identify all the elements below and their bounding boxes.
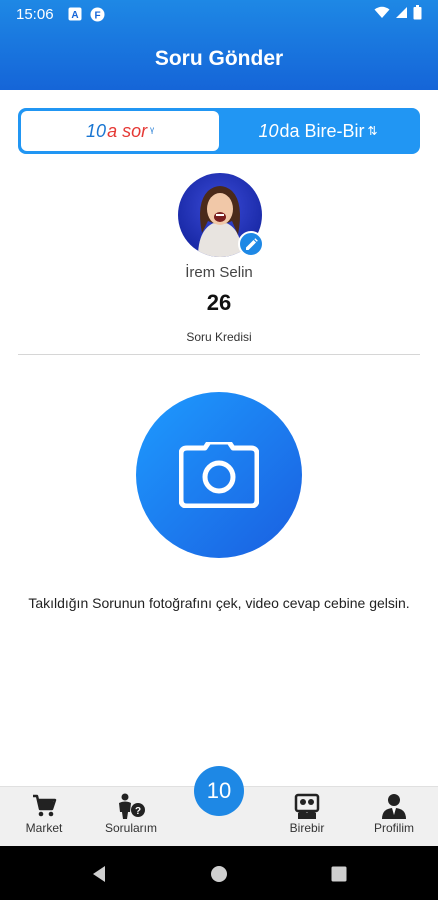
pencil-icon [245,237,258,250]
nav-profilim[interactable]: Profilim [354,793,434,835]
avatar-container [178,173,264,257]
svg-text:A: A [71,10,78,21]
mode-tabs: 10 a sor ᵞ 10 da Bire-Bir ⇅ [18,108,420,154]
tab-10da-bire-bir[interactable]: 10 da Bire-Bir ⇅ [219,111,417,151]
birebir-icon [294,793,320,819]
wifi-icon [374,6,390,23]
status-time: 15:06 [16,5,54,23]
tab-brand-text: da Bire-Bir [279,120,365,141]
camera-icon [179,442,259,508]
svg-text:F: F [94,10,100,21]
f-app-icon: F [90,7,105,22]
center-home-button[interactable]: 10 [194,766,244,816]
center-home-label: 10 [206,778,232,803]
nav-label: Birebir [289,821,325,835]
signal-icon [395,6,408,23]
take-photo-button[interactable] [136,392,302,558]
back-icon[interactable] [88,863,110,885]
recents-icon[interactable] [328,863,350,885]
nav-label: Profilim [373,821,414,835]
nav-label: Sorularım [104,821,157,835]
status-right-icons [374,4,422,24]
tab-brand-glyph: ⇅ [367,124,378,138]
question-credit-value: 26 [206,290,232,315]
a-letter-icon: A [68,7,82,21]
cart-icon [33,794,57,817]
system-navigation-bar [0,846,438,900]
profile-icon [382,794,406,819]
nav-sorularim[interactable]: ? Sorularım [91,793,171,835]
nav-birebir[interactable]: Birebir [267,793,347,835]
user-name: İrem Selin [185,264,253,281]
app-header: Soru Gönder [0,28,438,90]
battery-icon [413,4,422,24]
tab-brand-number: 10 [86,120,107,141]
tab-brand-number: 10 [258,120,279,141]
nav-label: Market [25,821,63,835]
tab-brand-text: a sor [107,120,148,141]
divider [18,354,420,355]
svg-text:?: ? [135,806,141,817]
question-credit-label: Soru Kredisi [186,330,252,344]
status-bar: 15:06 A F [0,0,438,28]
edit-avatar-button[interactable] [238,231,264,257]
person-question-icon: ? [119,793,145,819]
page-title: Soru Gönder [154,47,284,70]
home-icon[interactable] [208,863,230,885]
nav-market[interactable]: Market [4,793,84,835]
camera-hint-text: Takıldığın Sorunun fotoğrafını çek, vide… [28,595,410,611]
tab-10a-sor[interactable]: 10 a sor ᵞ [21,111,219,151]
tab-brand-glyph: ᵞ [150,124,154,138]
